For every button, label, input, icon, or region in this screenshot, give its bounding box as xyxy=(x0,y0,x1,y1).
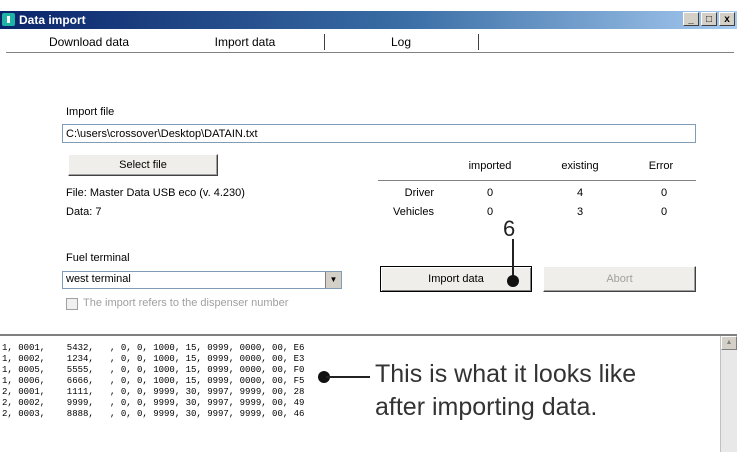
fuel-terminal-value: west terminal xyxy=(66,273,131,285)
data-info: Data: 7 xyxy=(66,206,102,218)
tab-bar: Download data Import data Log xyxy=(6,32,734,53)
fuel-terminal-label: Fuel terminal xyxy=(66,252,130,264)
title-bar[interactable]: Data import _ □ x xyxy=(0,11,737,29)
header-error: Error xyxy=(648,160,674,172)
log-line: 1, 0001, 5432, , 0, 0, 1000, 15, 0999, 0… xyxy=(2,343,305,353)
log-line: 2, 0001, 1111, , 0, 0, 9999, 30, 9997, 9… xyxy=(2,387,305,397)
close-button[interactable]: x xyxy=(719,12,735,26)
maximize-button[interactable]: □ xyxy=(701,12,717,26)
header-existing: existing xyxy=(561,160,599,172)
log-line: 2, 0003, 8888, , 0, 0, 9999, 30, 9997, 9… xyxy=(2,409,305,419)
tab-log[interactable]: Log xyxy=(326,32,476,52)
vehicles-existing: 3 xyxy=(576,206,584,218)
dispenser-number-checkbox-label: The import refers to the dispenser numbe… xyxy=(83,297,289,309)
driver-error: 0 xyxy=(660,187,668,199)
chevron-down-icon[interactable]: ▼ xyxy=(325,272,341,288)
select-file-button[interactable]: Select file xyxy=(68,154,218,176)
callout-text-line: This is what it looks like xyxy=(375,360,637,388)
driver-imported: 0 xyxy=(486,187,494,199)
log-line: 1, 0005, 5555, , 0, 0, 1000, 15, 0999, 0… xyxy=(2,365,305,375)
import-file-label: Import file xyxy=(66,106,115,118)
table-divider xyxy=(378,180,696,181)
app-icon xyxy=(2,13,15,26)
callout-dot xyxy=(507,275,519,287)
minimize-button[interactable]: _ xyxy=(683,12,699,26)
tab-separator xyxy=(324,34,325,50)
file-info: File: Master Data USB eco (v. 4.230) xyxy=(66,187,245,199)
callout-line xyxy=(326,376,370,378)
driver-existing: 4 xyxy=(576,187,584,199)
log-scrollbar[interactable]: ▲ xyxy=(720,336,737,452)
log-line: 1, 0002, 1234, , 0, 0, 1000, 15, 0999, 0… xyxy=(2,354,305,364)
vehicles-error: 0 xyxy=(660,206,668,218)
scroll-up-icon[interactable]: ▲ xyxy=(721,336,737,350)
callout-text: This is what it looks like after importi… xyxy=(375,358,636,424)
log-line: 2, 0002, 9999, , 0, 0, 9999, 30, 9997, 9… xyxy=(2,398,305,408)
row-label-driver: Driver xyxy=(404,187,434,199)
window-title: Data import xyxy=(19,13,86,27)
tab-download-data[interactable]: Download data xyxy=(14,32,164,52)
callout-text-line: after importing data. xyxy=(375,393,598,421)
header-imported: imported xyxy=(468,160,512,172)
import-file-field[interactable]: C:\users\crossover\Desktop\DATAIN.txt xyxy=(62,124,696,143)
fuel-terminal-select[interactable]: west terminal ▼ xyxy=(62,271,342,289)
log-line: 1, 0006, 6666, , 0, 0, 1000, 15, 0999, 0… xyxy=(2,376,305,386)
tab-import-data[interactable]: Import data xyxy=(166,32,324,52)
tab-separator xyxy=(478,34,479,50)
abort-button[interactable]: Abort xyxy=(543,266,696,292)
dispenser-number-checkbox[interactable] xyxy=(66,298,78,310)
callout-line xyxy=(512,239,514,279)
row-label-vehicles: Vehicles xyxy=(393,206,434,218)
data-import-window: Data import _ □ x Download data Import d… xyxy=(0,0,737,452)
